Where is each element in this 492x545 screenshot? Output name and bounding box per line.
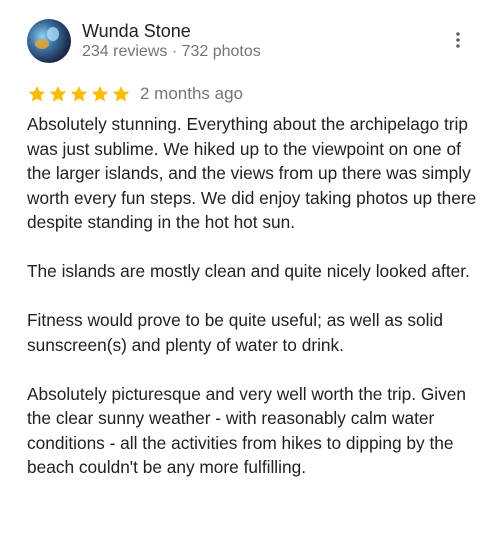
more-vert-icon: [456, 32, 460, 48]
rating-row: 2 months ago: [27, 83, 243, 105]
review-paragraph: Absolutely stunning. Everything about th…: [27, 114, 477, 232]
more-options-button[interactable]: [446, 28, 470, 52]
review-paragraph: Fitness would prove to be quite useful; …: [27, 310, 443, 355]
review-paragraph: Absolutely picturesque and very well wor…: [27, 383, 466, 478]
review-card: Wunda Stone 234 reviews · 732 photos 2 m…: [0, 0, 492, 545]
review-date: 2 months ago: [140, 84, 244, 103]
avatar-image-detail: [47, 27, 59, 41]
review-paragraph: The islands are mostly clean and quite n…: [27, 261, 470, 281]
author-meta: 234 reviews · 732 photos: [82, 43, 261, 60]
avatar-image-detail: [35, 39, 49, 49]
star-icon: [49, 86, 67, 102]
star-icon: [28, 86, 46, 102]
author-name[interactable]: Wunda Stone: [82, 20, 191, 42]
star-icon: [112, 86, 130, 102]
star-icon: [91, 86, 109, 102]
star-rating: [27, 84, 132, 104]
avatar[interactable]: [27, 19, 71, 63]
review-text: Absolutely stunning. Everything about th…: [27, 112, 479, 480]
star-icon: [70, 86, 88, 102]
